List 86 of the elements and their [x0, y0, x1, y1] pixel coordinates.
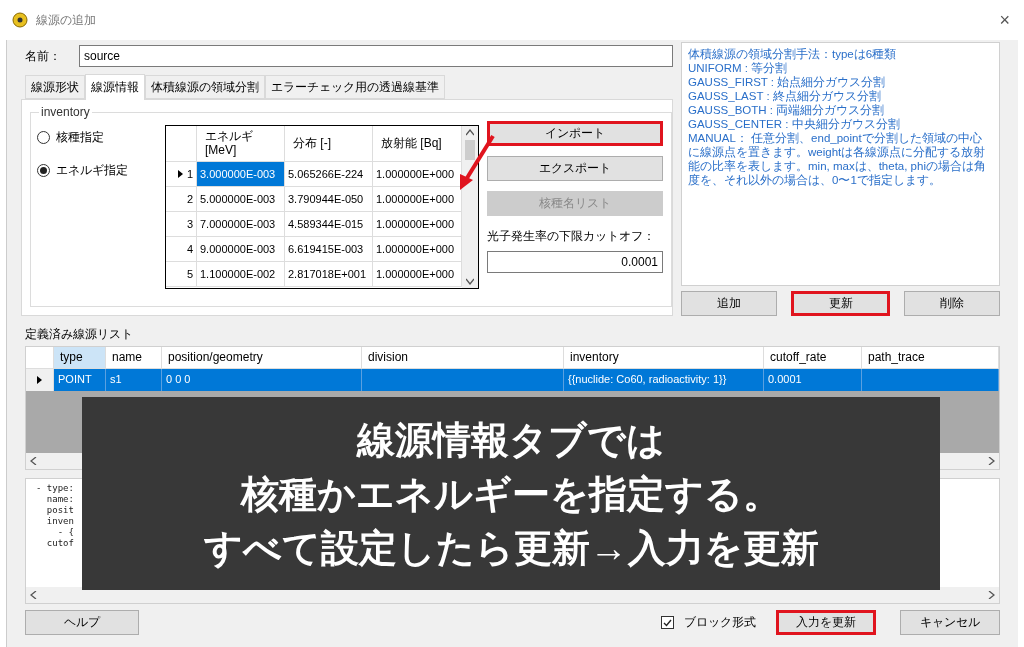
column-header[interactable]: cutoff_rate — [764, 347, 862, 369]
yaml-line: name: — [45, 494, 74, 505]
tab[interactable]: 体積線源の領域分割 — [145, 75, 265, 99]
description-text: UNIFORM : 等分割 — [688, 61, 789, 75]
scroll-up-icon[interactable] — [466, 129, 474, 137]
name-field[interactable]: source — [79, 45, 673, 67]
column-header[interactable]: inventory — [564, 347, 764, 369]
cutoff-field[interactable]: 0.0001 — [487, 251, 663, 273]
caption-text: 核種かエネルギーを指定する。 — [241, 471, 781, 517]
close-button[interactable]: × — [995, 9, 1014, 31]
yaml-line: - { — [56, 527, 74, 538]
action-button[interactable]: インポート — [487, 121, 663, 146]
column-header[interactable]: name — [106, 347, 162, 369]
vertical-scrollbar[interactable] — [462, 126, 478, 288]
table-cell: 1.000000E+000 — [373, 237, 462, 262]
checkbox[interactable] — [661, 616, 674, 629]
list-button[interactable]: 更新 — [790, 291, 891, 316]
table-cell: 1.000000E+000 — [373, 212, 462, 237]
table-cell: 5.000000E-003 — [197, 187, 285, 212]
table-cell: 2.817018E+001 — [285, 262, 373, 287]
scroll-left-icon[interactable] — [30, 591, 38, 599]
table-cell: 6.619415E-003 — [285, 237, 373, 262]
list-button[interactable]: 削除 — [904, 291, 1000, 316]
table-cell: 5.065266E-224 — [285, 162, 373, 187]
scroll-thumb[interactable] — [465, 140, 475, 160]
annotation-arrow — [457, 134, 495, 192]
window-title: 線源の追加 — [36, 11, 97, 29]
name-label: 名前： — [25, 47, 61, 65]
table-cell: 3.790944E-050 — [285, 187, 373, 212]
table-cell: 1.100000E-002 — [197, 262, 285, 287]
table-cell: 0.0001 — [764, 369, 862, 391]
app-icon — [12, 12, 28, 28]
radio-button[interactable] — [37, 164, 50, 177]
group-title: inventory — [39, 105, 92, 119]
tab[interactable]: 線源情報 — [85, 74, 145, 100]
yaml-line: - type: — [36, 483, 74, 494]
radio-label: 核種指定 — [56, 129, 104, 146]
table-cell: POINT — [54, 369, 106, 391]
yaml-line: cutof — [45, 538, 74, 549]
table-cell: {{nuclide: Co60, radioactivity: 1}} — [564, 369, 764, 391]
radio-button[interactable] — [37, 131, 50, 144]
description-text: GAUSS_CENTER : 中央細分ガウス分割 — [688, 117, 901, 131]
footer-button[interactable]: キャンセル — [900, 610, 1000, 635]
current-row-icon — [177, 170, 183, 178]
cutoff-label: 光子発生率の下限カットオフ： — [487, 228, 656, 245]
caption-text: すべて設定したら更新→入力を更新 — [203, 525, 819, 571]
scroll-right-icon[interactable] — [987, 457, 995, 465]
description-text: 体積線源の領域分割手法：typeは6種類 — [688, 47, 898, 61]
help-button[interactable]: ヘルプ — [25, 610, 139, 635]
column-header[interactable]: division — [362, 347, 564, 369]
table-cell: 3.000000E-003 — [197, 162, 285, 187]
row-number: 5 — [186, 268, 193, 280]
row-number: 1 — [186, 168, 193, 180]
current-row-icon — [37, 376, 42, 384]
column-header[interactable]: path_trace — [862, 347, 999, 369]
row-number: 2 — [186, 193, 193, 205]
table-cell: 7.000000E-003 — [197, 212, 285, 237]
table-cell: s1 — [106, 369, 162, 391]
table-cell: 1.000000E+000 — [373, 187, 462, 212]
description-text: GAUSS_LAST : 終点細分ガウス分割 — [688, 89, 882, 103]
scroll-right-icon[interactable] — [987, 591, 995, 599]
action-button[interactable]: エクスポート — [487, 156, 663, 181]
table-cell: 0 0 0 — [162, 369, 362, 391]
tab[interactable]: 線源形状 — [25, 75, 85, 99]
table-cell: 9.000000E-003 — [197, 237, 285, 262]
tab[interactable]: エラーチェック用の透過線基準 — [265, 75, 445, 99]
radio-label: エネルギ指定 — [56, 162, 128, 179]
scroll-left-icon[interactable] — [30, 457, 38, 465]
row-number: 3 — [186, 218, 193, 230]
scroll-down-icon[interactable] — [466, 277, 474, 285]
check-icon — [663, 618, 672, 627]
yaml-line: inven — [45, 516, 74, 527]
table-cell: 4.589344E-015 — [285, 212, 373, 237]
column-header[interactable]: type — [54, 347, 106, 369]
checkbox-label: ブロック形式 — [684, 614, 756, 631]
caption-text: 線源情報タブでは — [357, 417, 665, 463]
list-button[interactable]: 追加 — [681, 291, 777, 316]
footer-button[interactable]: 入力を更新 — [776, 610, 876, 635]
description-text: GAUSS_FIRST : 始点細分ガウス分割 — [688, 75, 887, 89]
row-number: 4 — [186, 243, 193, 255]
column-header[interactable]: position/geometry — [162, 347, 362, 369]
yaml-line: posit — [45, 505, 74, 516]
table-cell: 1.000000E+000 — [373, 262, 462, 287]
list-title: 定義済み線源リスト — [25, 326, 133, 343]
description-text: GAUSS_BOTH : 両端細分ガウス分割 — [688, 103, 886, 117]
description-text: MANUAL： 任意分割、end_pointで分割した領域の中心に線源点を置きます。weightは各線源点に分配する放射能の比率を表します。min, maxは、theta, phiの場合は角度を、それ以外の場合は、0〜1で指定します。 — [688, 131, 987, 187]
